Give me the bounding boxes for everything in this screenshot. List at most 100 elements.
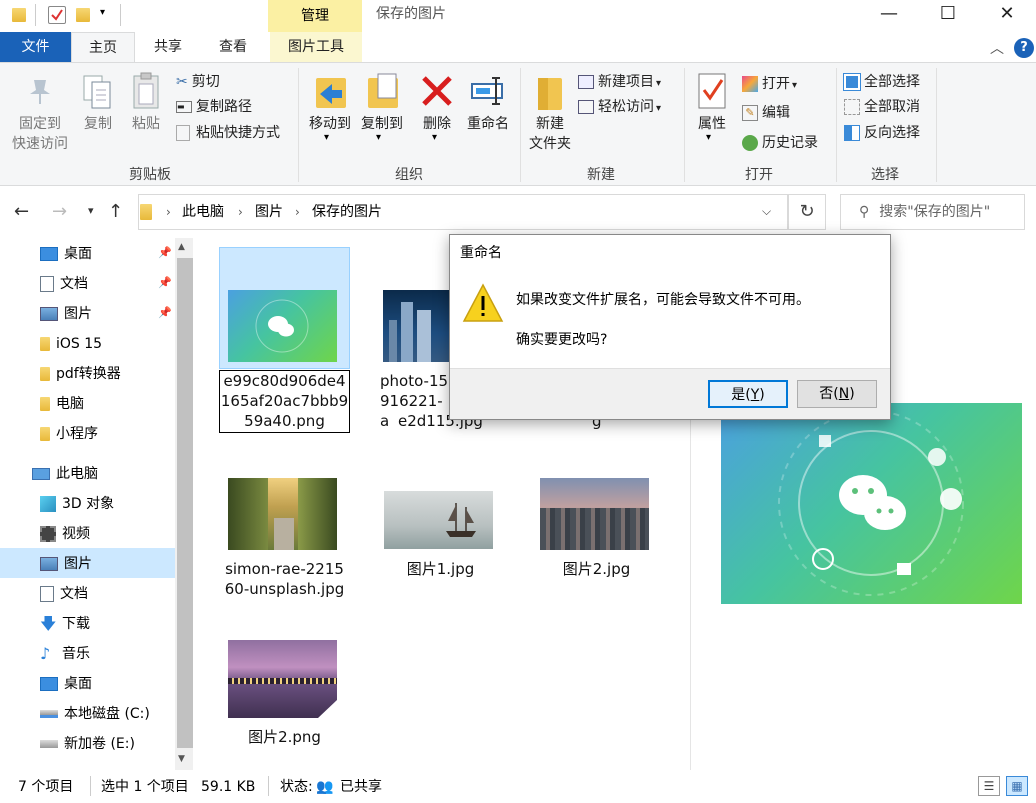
tab-share[interactable]: 共享 — [140, 32, 196, 62]
pin-icon[interactable]: 📌 — [158, 276, 172, 289]
delete-button[interactable]: 删除 ▾ — [416, 70, 458, 150]
paste-shortcut-button[interactable]: 粘贴快捷方式 — [176, 123, 280, 143]
move-to-button[interactable]: 移动到 ▾ — [304, 70, 356, 150]
no-label: 否 — [819, 386, 834, 402]
copy-label: 复制 — [84, 116, 112, 132]
forward-arrow-icon[interactable]: → — [52, 201, 67, 222]
file-name-line[interactable]: 图片2.jpg — [531, 559, 662, 579]
folder-icon — [40, 397, 50, 411]
pin-quick-access-button[interactable]: 固定到 快速访问 — [8, 70, 72, 160]
properties-button[interactable]: 属性 ▾ — [690, 70, 734, 150]
new-item-button[interactable]: 新建项目 ▾ — [578, 72, 661, 94]
scroll-down-icon[interactable]: ▼ — [178, 754, 185, 764]
nav-item-drive-e[interactable]: 新加卷 (E:) — [30, 729, 175, 759]
file-thumbnail-city-sunset[interactable] — [540, 478, 649, 550]
divider — [268, 776, 269, 796]
nav-item-computer[interactable]: 电脑 — [30, 389, 175, 419]
file-thumbnail-harbor[interactable] — [228, 640, 337, 718]
nav-item-3d[interactable]: 3D 对象 — [30, 489, 175, 519]
drive-icon — [40, 740, 58, 748]
divider — [298, 68, 299, 182]
nav-item-documents[interactable]: 文档 — [30, 269, 175, 299]
recent-locations-icon[interactable]: ▾ — [88, 204, 94, 217]
nav-label: 桌面 — [64, 676, 92, 692]
copy-button[interactable]: 复制 — [76, 70, 120, 140]
cut-button[interactable]: ✂ 剪切 — [176, 72, 220, 92]
back-arrow-icon[interactable]: ← — [14, 201, 29, 222]
up-arrow-icon[interactable]: ↑ — [108, 201, 123, 222]
file-name-line[interactable]: photo-15 — [380, 371, 450, 391]
folder-icon — [12, 8, 26, 22]
new-folder-button[interactable]: 新建 文件夹 — [524, 70, 576, 160]
open-button[interactable]: 打开 ▾ — [742, 74, 797, 96]
quick-access-dropdown-icon[interactable]: ▾ — [100, 7, 105, 18]
nav-item-pictures[interactable]: 图片 — [30, 299, 175, 329]
nav-label: 文档 — [60, 276, 88, 292]
maximize-button[interactable]: ☐ — [925, 0, 971, 30]
close-button[interactable]: ✕ — [984, 0, 1030, 30]
file-name-line[interactable]: 图片1.jpg — [375, 559, 506, 579]
minimize-button[interactable]: — — [866, 0, 912, 30]
file-thumbnail-ship[interactable] — [384, 491, 493, 549]
scroll-up-icon[interactable]: ▲ — [178, 242, 185, 252]
breadcrumb-pictures[interactable]: 图片 — [255, 202, 283, 222]
nav-item-pdf[interactable]: pdf转换器 — [30, 359, 175, 389]
tab-view[interactable]: 查看 — [204, 32, 262, 62]
help-icon[interactable]: ? — [1014, 38, 1034, 58]
copy-to-button[interactable]: 复制到 ▾ — [356, 70, 408, 150]
collapse-ribbon-icon[interactable]: ︿ — [990, 38, 1004, 58]
select-all-button[interactable]: 全部选择 — [843, 72, 920, 92]
search-placeholder: 搜索"保存的图片" — [879, 204, 991, 220]
file-thumbnail-road[interactable] — [228, 478, 337, 550]
file-name-line: 59a40.png — [244, 412, 325, 430]
file-name-line[interactable]: simon-rae-2215 — [219, 559, 350, 579]
refresh-icon[interactable]: ↻ — [788, 194, 826, 230]
easy-access-button[interactable]: 轻松访问 ▾ — [578, 97, 661, 119]
tab-file[interactable]: 文件 — [0, 32, 71, 62]
nav-item-ios15[interactable]: iOS 15 — [30, 329, 175, 359]
large-icons-view-icon[interactable]: ▦ — [1006, 776, 1028, 796]
file-name-line[interactable]: 图片2.png — [219, 727, 350, 747]
rename-button[interactable]: 重命名 — [462, 70, 514, 140]
nav-item-this-pc[interactable]: 此电脑 — [22, 459, 167, 489]
address-dropdown-icon[interactable]: ⌵ — [762, 204, 771, 219]
nav-item-documents-pc[interactable]: 文档 — [30, 579, 175, 609]
history-button[interactable]: 历史记录 — [742, 133, 818, 153]
nav-item-miniprogram[interactable]: 小程序 — [30, 419, 175, 449]
nav-label: 桌面 — [64, 246, 92, 262]
paste-button[interactable]: 粘贴 — [124, 70, 168, 140]
no-button[interactable]: 否(N) — [797, 380, 877, 408]
file-name-line[interactable]: 60-unsplash.jpg — [219, 579, 350, 599]
copy-path-button[interactable]: ▬ 复制路径 — [176, 97, 252, 117]
cut-label: 剪切 — [191, 74, 220, 90]
breadcrumb-this-pc[interactable]: 此电脑 — [182, 202, 224, 222]
invert-selection-button[interactable]: 反向选择 — [844, 123, 920, 143]
details-view-icon[interactable]: ☰ — [978, 776, 1000, 796]
new-folder-quick-icon[interactable] — [76, 8, 90, 22]
nav-item-pictures-pc[interactable]: 图片 — [30, 549, 175, 579]
scrollbar-thumb[interactable] — [177, 258, 193, 748]
pin-icon[interactable]: 📌 — [158, 306, 172, 319]
breadcrumb-saved-pictures[interactable]: 保存的图片 — [312, 202, 382, 222]
rename-icon — [471, 77, 503, 105]
edit-button[interactable]: ✎ 编辑 — [742, 103, 790, 123]
3d-objects-icon — [40, 496, 56, 512]
manage-context-tab[interactable]: 管理 — [268, 0, 362, 32]
nav-item-desktop[interactable]: 桌面 — [30, 239, 175, 269]
search-input[interactable]: ⚲ 搜索"保存的图片" — [840, 194, 1025, 230]
tab-picture-tools[interactable]: 图片工具 — [270, 32, 362, 62]
nav-item-music[interactable]: ♪ 音乐 — [30, 639, 175, 669]
select-none-button[interactable]: 全部取消 — [844, 97, 920, 117]
nav-item-drive-c[interactable]: 本地磁盘 (C:) — [30, 699, 175, 729]
history-icon — [742, 135, 758, 151]
easy-access-label: 轻松访问 — [598, 99, 654, 115]
properties-quick-icon[interactable] — [48, 6, 66, 24]
pin-icon[interactable]: 📌 — [158, 246, 172, 259]
yes-button[interactable]: 是(Y) — [708, 380, 788, 408]
address-bar[interactable] — [138, 194, 788, 230]
tab-home[interactable]: 主页 — [71, 32, 135, 63]
nav-item-desktop-pc[interactable]: 桌面 — [30, 669, 175, 699]
nav-item-downloads[interactable]: 🡇 下载 — [30, 609, 175, 639]
file-thumbnail-city-night[interactable] — [383, 290, 453, 362]
nav-item-videos[interactable]: 视频 — [30, 519, 175, 549]
